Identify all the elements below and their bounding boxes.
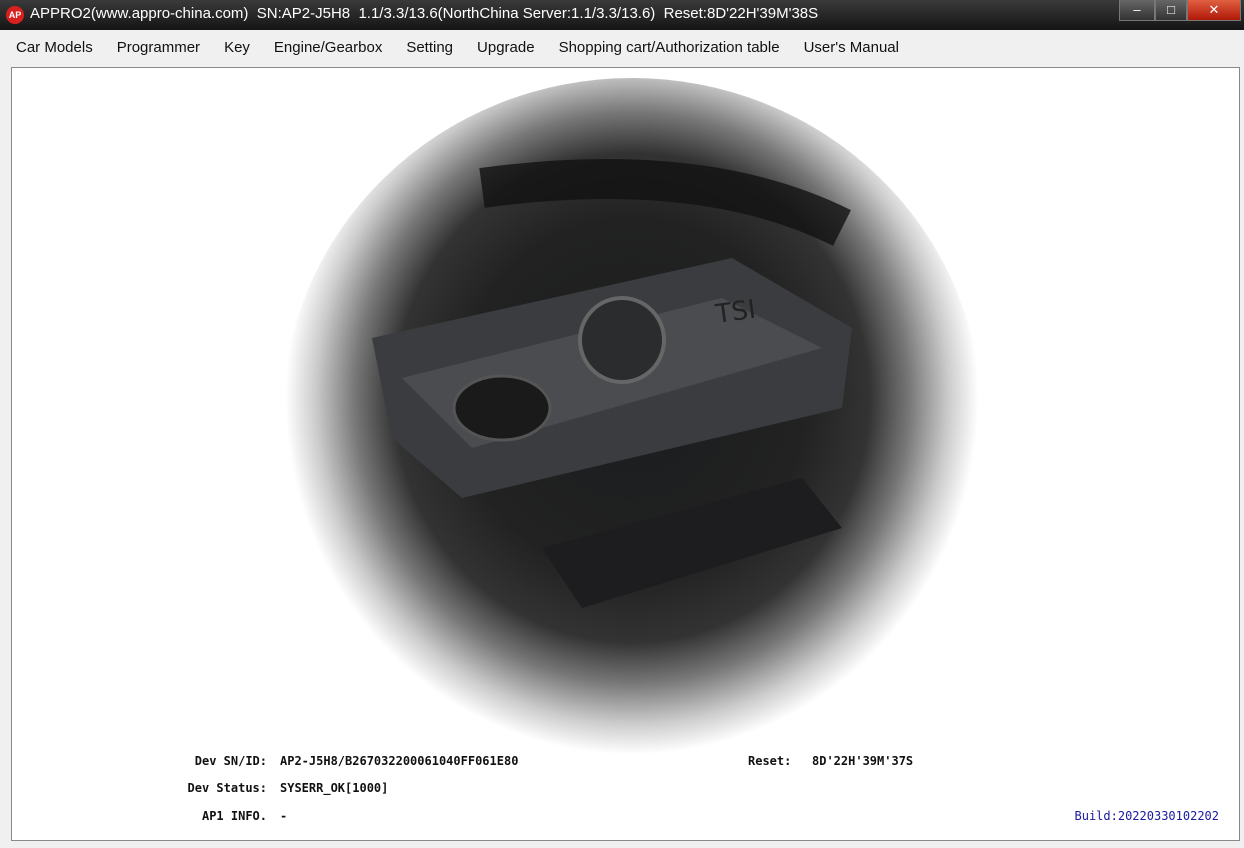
window-title: APPRO2(www.appro-china.com) SN:AP2-J5H8 … xyxy=(30,5,819,22)
menu-programmer[interactable]: Programmer xyxy=(117,39,200,56)
dev-status-label: Dev Status: xyxy=(187,781,267,795)
menu-upgrade[interactable]: Upgrade xyxy=(477,39,535,56)
menu-setting[interactable]: Setting xyxy=(406,39,453,56)
ap1-info-label: AP1 INFO. xyxy=(201,809,267,823)
app-logo-icon: AP xyxy=(6,6,24,24)
menu-users-manual[interactable]: User's Manual xyxy=(804,39,899,56)
close-button[interactable]: ✕ xyxy=(1187,0,1241,21)
dev-sn-label: Dev SN/ID: xyxy=(194,754,267,768)
tsi-badge: TSI xyxy=(713,295,758,330)
ap1-info-value: - xyxy=(280,809,288,823)
dev-status-value: SYSERR_OK[1000] xyxy=(280,781,389,795)
engine-image: TSI xyxy=(282,78,982,758)
maximize-button[interactable]: □ xyxy=(1155,0,1187,21)
reset-label: Reset: xyxy=(748,754,792,768)
menu-bar: Car Models Programmer Key Engine/Gearbox… xyxy=(0,30,1244,64)
menu-car-models[interactable]: Car Models xyxy=(16,39,93,56)
main-panel: TSI Dev SN/ID: AP2-J5H8/B267032200061040… xyxy=(11,67,1240,841)
menu-shopping-cart[interactable]: Shopping cart/Authorization table xyxy=(559,39,780,56)
menu-key[interactable]: Key xyxy=(224,39,250,56)
dev-sn-value: AP2-J5H8/B267032200061040FF061E80 xyxy=(280,754,519,768)
menu-engine-gearbox[interactable]: Engine/Gearbox xyxy=(274,39,382,56)
minimize-button[interactable]: – xyxy=(1119,0,1155,21)
title-bar: AP APPRO2(www.appro-china.com) SN:AP2-J5… xyxy=(0,0,1244,30)
build-number: Build:20220330102202 xyxy=(1074,809,1220,823)
reset-value: 8D'22H'39M'37S xyxy=(812,754,914,768)
